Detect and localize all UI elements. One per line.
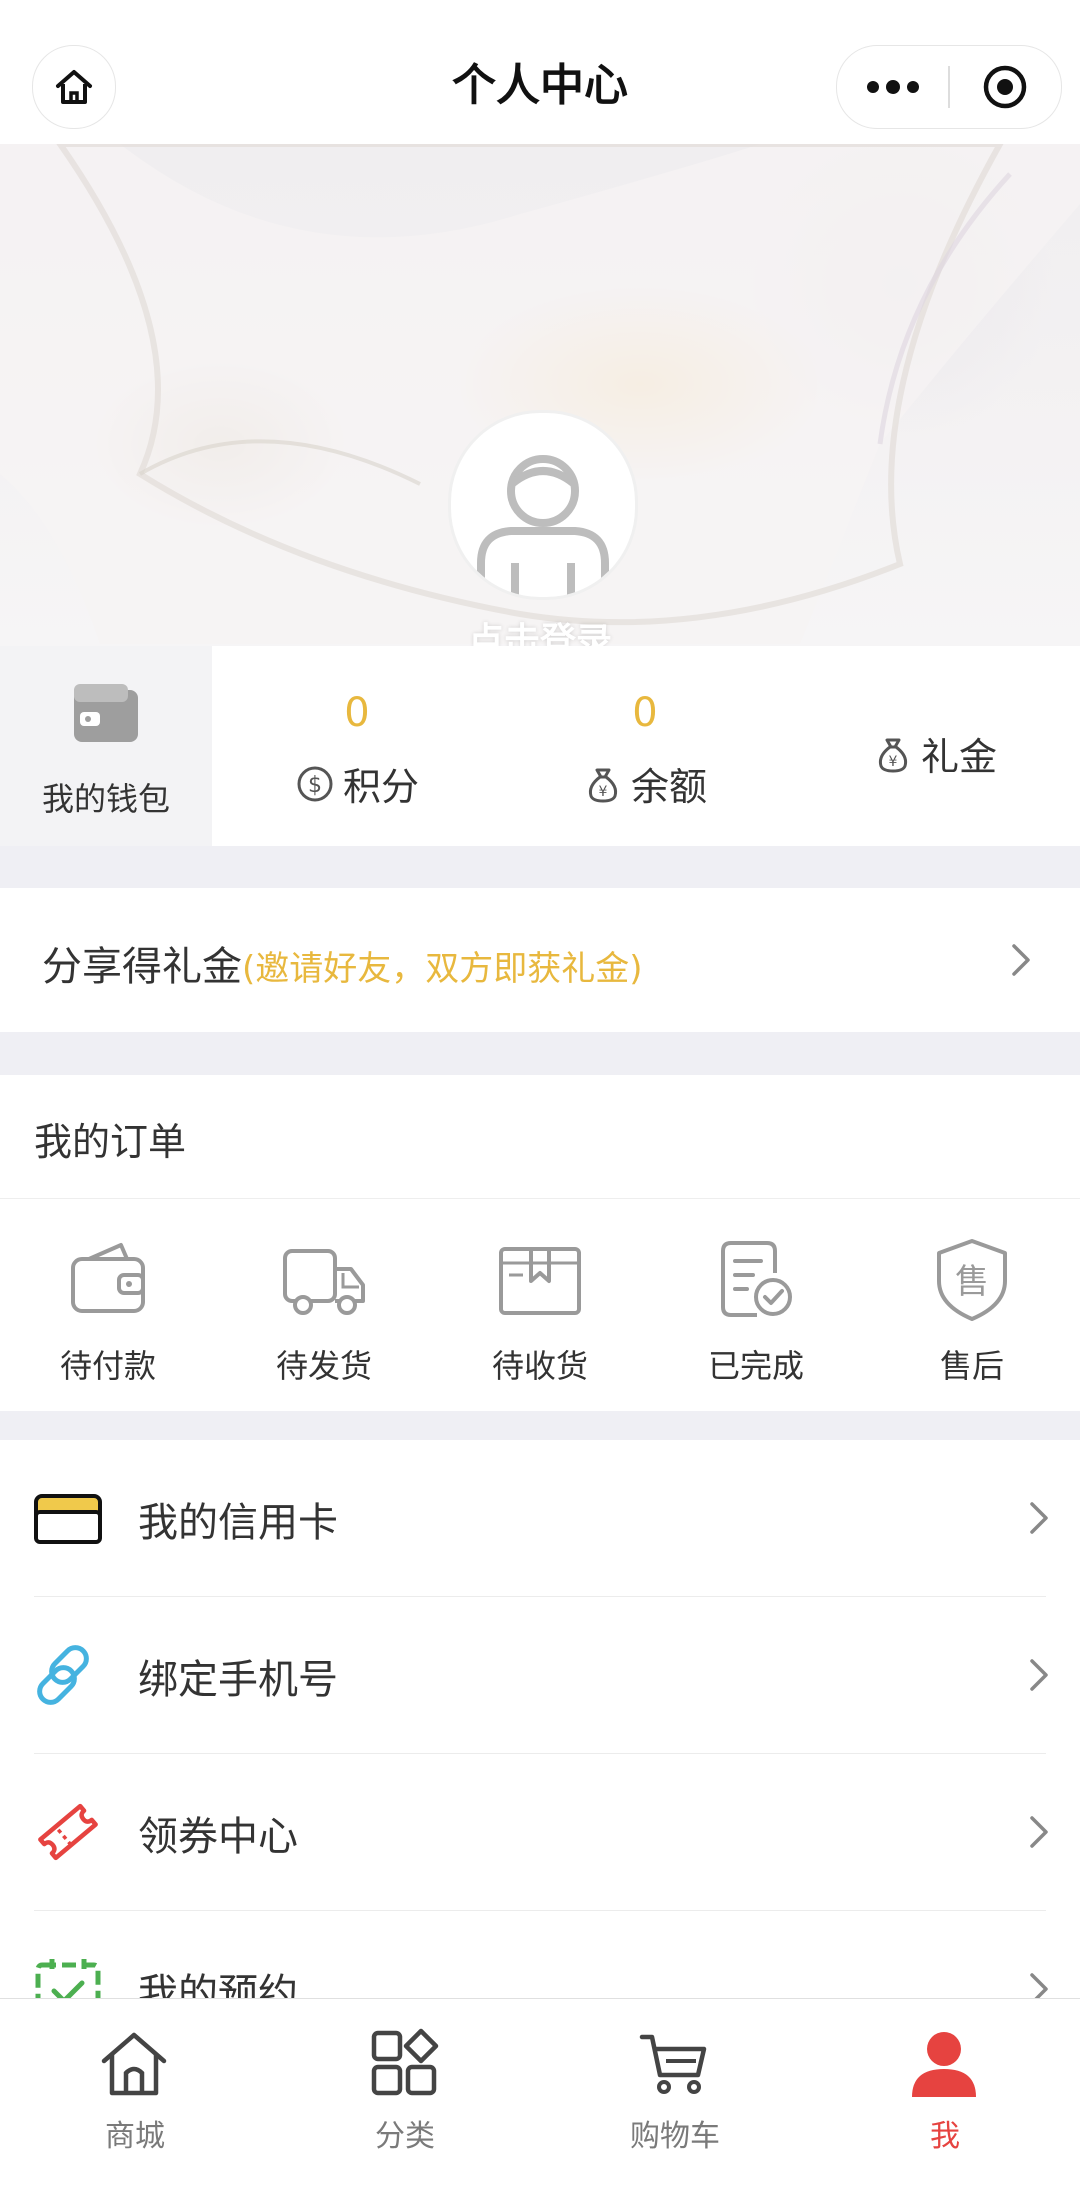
share-subtitle: (邀请好友，双方即获礼金) bbox=[242, 949, 643, 989]
login-link[interactable]: 点击登录 bbox=[0, 612, 1080, 646]
tab-mall[interactable]: 商城 bbox=[0, 1999, 270, 2205]
order-after-sales[interactable]: 售 售后 bbox=[864, 1235, 1080, 1395]
tab-me[interactable]: 我 bbox=[810, 1999, 1080, 2205]
menu-item-my-appointments[interactable]: 我的预约 bbox=[0, 1911, 1080, 1998]
cart-icon bbox=[639, 2034, 707, 2094]
credit-card-icon bbox=[34, 1494, 102, 1544]
close-button[interactable] bbox=[949, 46, 1061, 128]
order-pending-shipment[interactable]: 待发货 bbox=[216, 1235, 432, 1395]
wallet-icon bbox=[71, 1243, 145, 1313]
tab-cart[interactable]: 购物车 bbox=[540, 1999, 810, 2205]
order-label: 待收货 bbox=[491, 1347, 588, 1385]
bottom-tab-bar: 商城 分类 购物车 我 bbox=[0, 1998, 1080, 2205]
order-label: 已完成 bbox=[707, 1347, 804, 1385]
order-label: 售后 bbox=[939, 1347, 1004, 1385]
order-pending-payment[interactable]: 待付款 bbox=[0, 1235, 216, 1395]
ticket-icon bbox=[38, 1803, 98, 1861]
shield-icon: 售 bbox=[937, 1239, 1007, 1321]
chevron-right-icon bbox=[1020, 1500, 1056, 1536]
my-orders-section: 我的订单 待付款 待发货 待收货 已完成 售 售后 bbox=[0, 1075, 1080, 1411]
points-value: 0 bbox=[344, 690, 370, 736]
mini-program-capsule bbox=[836, 45, 1062, 129]
money-bag-icon: ¥ bbox=[588, 768, 618, 802]
menu-label: 领券中心 bbox=[138, 1814, 298, 1860]
chevron-right-icon bbox=[1002, 942, 1038, 978]
tab-label: 购物车 bbox=[630, 2119, 720, 2154]
menu-list: 我的信用卡 绑定手机号 领券中心 我的预约 bbox=[0, 1440, 1080, 1998]
gift-money-stat[interactable]: ¥ 礼金 bbox=[790, 646, 1080, 846]
order-label: 待付款 bbox=[59, 1347, 156, 1385]
share-title-line: 分享得礼金(邀请好友，双方即获礼金) bbox=[42, 934, 643, 992]
top-nav-bar: 个人中心 bbox=[0, 0, 1080, 144]
menu-label: 我的预约 bbox=[138, 1971, 298, 1998]
chevron-right-icon bbox=[1020, 1814, 1056, 1850]
more-dots-icon bbox=[867, 80, 919, 94]
wallet-label: 我的钱包 bbox=[41, 780, 170, 818]
share-gift-row[interactable]: 分享得礼金(邀请好友，双方即获礼金) bbox=[0, 888, 1080, 1032]
gift-label: 礼金 bbox=[920, 735, 997, 779]
share-title: 分享得礼金 bbox=[42, 944, 242, 990]
chevron-right-icon bbox=[1020, 1971, 1056, 1998]
assets-row: 我的钱包 0 $ 积分 0 ¥ 余额 ¥ 礼金 bbox=[0, 646, 1080, 846]
menu-item-coupon-center[interactable]: 领券中心 bbox=[0, 1754, 1080, 1911]
document-check-icon bbox=[721, 1241, 792, 1317]
balance-value: 0 bbox=[632, 690, 658, 736]
chevron-right-icon bbox=[1020, 1657, 1056, 1693]
menu-item-bind-phone[interactable]: 绑定手机号 bbox=[0, 1597, 1080, 1754]
box-icon bbox=[499, 1247, 581, 1315]
svg-text:¥: ¥ bbox=[889, 754, 898, 770]
target-close-icon bbox=[983, 65, 1027, 109]
home-icon bbox=[101, 2032, 167, 2096]
svg-text:$: $ bbox=[308, 773, 322, 798]
avatar[interactable] bbox=[448, 410, 638, 600]
calendar-check-icon bbox=[35, 1959, 101, 1998]
grid-icon bbox=[371, 2028, 439, 2096]
svg-text:售: 售 bbox=[955, 1262, 989, 1302]
orders-title: 我的订单 bbox=[34, 1120, 187, 1164]
tab-label: 分类 bbox=[375, 2119, 435, 2154]
menu-label: 我的信用卡 bbox=[138, 1500, 338, 1546]
default-user-icon bbox=[477, 455, 609, 597]
my-wallet-entry[interactable]: 我的钱包 bbox=[0, 646, 212, 846]
order-label: 待发货 bbox=[275, 1347, 372, 1385]
more-button[interactable] bbox=[837, 46, 949, 128]
balance-label: 余额 bbox=[630, 765, 707, 809]
tab-category[interactable]: 分类 bbox=[270, 1999, 540, 2205]
balance-stat[interactable]: 0 ¥ 余额 bbox=[500, 646, 790, 846]
points-stat[interactable]: 0 $ 积分 bbox=[212, 646, 502, 846]
dollar-coin-icon: $ bbox=[297, 766, 333, 801]
user-icon bbox=[912, 2032, 976, 2097]
divider bbox=[0, 1198, 1080, 1199]
tab-label: 我 bbox=[930, 2119, 960, 2154]
money-bag-icon: ¥ bbox=[878, 738, 908, 772]
tab-label: 商城 bbox=[105, 2119, 165, 2154]
order-completed[interactable]: 已完成 bbox=[648, 1235, 864, 1395]
truck-icon bbox=[283, 1249, 365, 1315]
points-label: 积分 bbox=[342, 765, 419, 809]
svg-text:¥: ¥ bbox=[599, 784, 608, 800]
balance-label-row: ¥ 余额 bbox=[500, 756, 790, 811]
menu-item-credit-card[interactable]: 我的信用卡 bbox=[0, 1440, 1080, 1597]
points-label-row: $ 积分 bbox=[212, 756, 502, 811]
profile-hero-banner: 点击登录 bbox=[0, 144, 1080, 646]
gift-label-row: ¥ 礼金 bbox=[790, 726, 1080, 781]
menu-label: 绑定手机号 bbox=[138, 1657, 338, 1703]
order-pending-receipt[interactable]: 待收货 bbox=[432, 1235, 648, 1395]
wallet-icon bbox=[74, 684, 138, 742]
link-icon bbox=[37, 1645, 89, 1705]
